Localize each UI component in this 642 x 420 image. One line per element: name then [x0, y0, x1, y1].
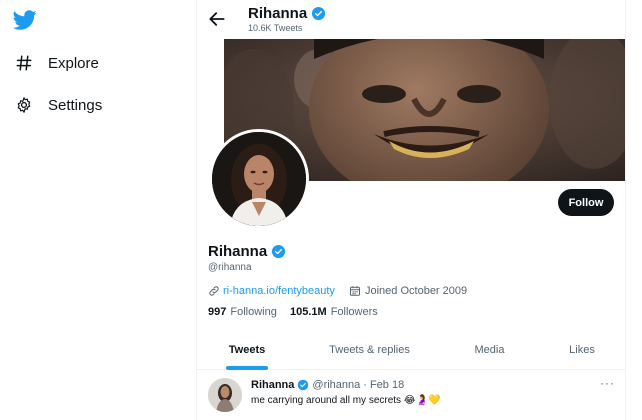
profile-header-bar: Rihanna 10.6K Tweets — [197, 0, 625, 40]
profile-name: Rihanna — [208, 243, 286, 260]
header-name: Rihanna — [248, 5, 326, 22]
followers-count-link[interactable]: 105.1M Followers — [290, 306, 378, 318]
profile-website[interactable]: ri-hanna.io/fentybeauty — [208, 283, 335, 298]
verified-badge-icon — [312, 6, 326, 21]
link-icon — [209, 285, 219, 296]
calendar-icon — [350, 285, 360, 296]
tab-likes[interactable]: Likes — [537, 330, 625, 370]
tweet-header: Rihanna @rihanna · Feb 18 — [251, 379, 404, 391]
tweet-text: me carrying around all my secrets 😂🤰💛 — [251, 395, 441, 406]
sidebar-item-settings[interactable]: Settings — [14, 92, 102, 118]
sidebar-item-explore[interactable]: Explore — [14, 50, 99, 76]
profile-joined: Joined October 2009 — [349, 283, 467, 298]
profile-name-text: Rihanna — [208, 243, 268, 260]
tweet-date[interactable]: Feb 18 — [370, 379, 404, 391]
following-count-link[interactable]: 997 Following — [208, 306, 277, 318]
twitter-logo-icon[interactable] — [12, 8, 38, 32]
tab-tweets[interactable]: Tweets — [197, 330, 297, 370]
verified-badge-icon — [272, 244, 286, 259]
profile-column: Rihanna 10.6K Tweets Follow Rihanna @rih… — [196, 0, 626, 420]
following-label: Following — [230, 306, 277, 318]
sidebar-item-label: Explore — [48, 54, 99, 72]
tweet-separator: · — [363, 379, 367, 391]
profile-handle: @rihanna — [208, 262, 252, 273]
profile-tabs: Tweets Tweets & replies Media Likes — [197, 330, 625, 370]
tab-label: Tweets — [228, 344, 266, 356]
followers-label: Followers — [330, 306, 378, 318]
tab-tweets-and-replies[interactable]: Tweets & replies — [297, 330, 442, 370]
profile-joined-text: Joined October 2009 — [365, 284, 468, 297]
header-name-text: Rihanna — [248, 5, 308, 22]
tab-media[interactable]: Media — [442, 330, 537, 370]
hashtag-icon — [14, 53, 34, 73]
profile-avatar[interactable] — [209, 129, 309, 229]
tweet-author-handle[interactable]: @rihanna — [312, 379, 360, 391]
header-tweet-count: 10.6K Tweets — [248, 23, 303, 33]
gear-icon — [14, 95, 34, 115]
active-tab-indicator — [226, 366, 268, 370]
follow-button[interactable]: Follow — [558, 189, 614, 216]
back-arrow-icon[interactable] — [207, 9, 227, 29]
profile-website-link[interactable]: ri-hanna.io/fentybeauty — [223, 285, 335, 297]
sidebar: Explore Settings — [0, 0, 196, 420]
following-count: 997 — [208, 306, 227, 318]
tweet-avatar[interactable] — [208, 378, 242, 412]
tab-label: Likes — [569, 344, 595, 356]
sidebar-item-label: Settings — [48, 96, 103, 114]
followers-count: 105.1M — [290, 306, 327, 318]
tweet-author-name[interactable]: Rihanna — [251, 379, 294, 391]
tab-label: Tweets & replies — [329, 344, 410, 356]
verified-badge-icon — [298, 379, 309, 391]
more-options-icon[interactable]: ··· — [600, 376, 615, 390]
tweet-item[interactable]: Rihanna @rihanna · Feb 18 me carrying ar… — [197, 371, 625, 420]
tab-label: Media — [474, 344, 505, 356]
